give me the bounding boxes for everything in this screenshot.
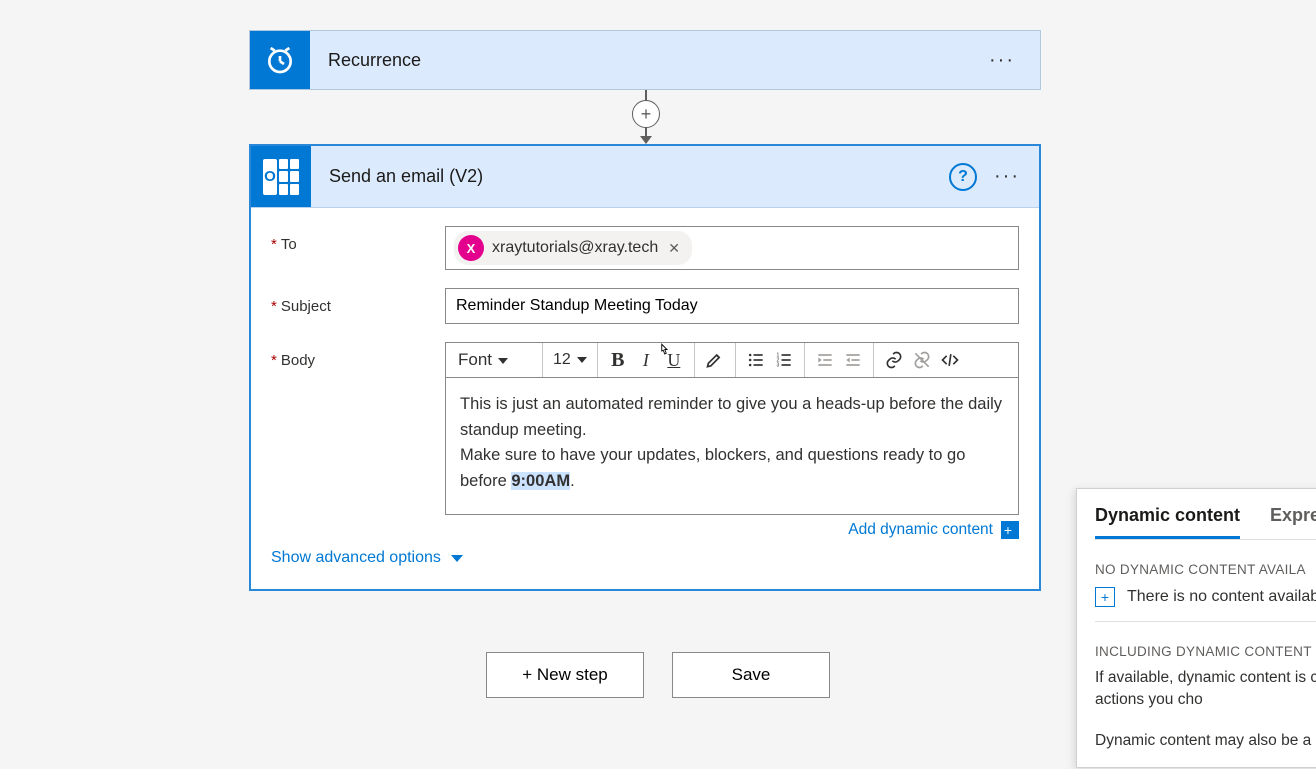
dyn-section-2-text: If available, dynamic content is connect… — [1095, 667, 1316, 710]
font-picker[interactable]: Font — [458, 350, 536, 370]
action-card-send-email[interactable]: O Send an email (V2) ? ··· *To — [249, 144, 1041, 591]
trigger-card-recurrence[interactable]: Recurrence ··· — [249, 30, 1041, 90]
bullet-list-button[interactable] — [742, 346, 770, 374]
trigger-menu-button[interactable]: ··· — [982, 49, 1022, 72]
subject-input[interactable] — [445, 288, 1019, 324]
bold-button[interactable]: B — [604, 346, 632, 374]
indent-button[interactable] — [839, 346, 867, 374]
outlook-icon: O — [251, 146, 311, 207]
recipient-email: xraytutorials@xray.tech — [492, 239, 658, 257]
avatar: X — [458, 235, 484, 261]
insert-step-button[interactable]: + — [632, 100, 660, 128]
remove-recipient-button[interactable]: ✕ — [666, 240, 682, 257]
dyn-section-3-text: Dynamic content may also be a — [1095, 730, 1316, 752]
help-button[interactable]: ? — [949, 163, 977, 191]
field-row-subject: *Subject — [271, 288, 1019, 324]
save-button[interactable]: Save — [672, 652, 830, 698]
body-label: *Body — [271, 342, 445, 369]
flow-canvas: Recurrence ··· + O Send an email (V2) ? … — [0, 0, 1316, 769]
add-dynamic-plus-icon[interactable]: + — [1001, 521, 1019, 539]
action-body: *To X xraytutorials@xray.tech ✕ *Subject — [251, 208, 1039, 589]
field-row-to: *To X xraytutorials@xray.tech ✕ — [271, 226, 1019, 270]
field-row-body: *Body Font 12 — [271, 342, 1019, 539]
code-view-button[interactable] — [936, 346, 964, 374]
new-step-button[interactable]: + New step — [486, 652, 644, 698]
body-paragraph-1: This is just an automated reminder to gi… — [460, 392, 1004, 443]
underline-button[interactable]: U — [660, 346, 688, 374]
tab-dynamic-content[interactable]: Dynamic content — [1095, 505, 1240, 539]
number-list-button[interactable]: 123 — [770, 346, 798, 374]
trigger-title: Recurrence — [328, 50, 421, 71]
action-header: O Send an email (V2) ? ··· — [251, 146, 1039, 208]
to-label: *To — [271, 226, 445, 253]
tab-expression[interactable]: Expres — [1270, 505, 1316, 539]
show-advanced-options-link[interactable]: Show advanced options — [271, 549, 463, 567]
outdent-button[interactable] — [811, 346, 839, 374]
add-dynamic-content-link[interactable]: Add dynamic content — [848, 521, 993, 539]
dyn-plus-icon: + — [1095, 587, 1115, 607]
dyn-section-2-title: INCLUDING DYNAMIC CONTENT — [1095, 644, 1316, 659]
dyn-row-no-content: + There is no content availab — [1095, 587, 1316, 607]
chevron-down-icon — [451, 555, 463, 562]
recipient-chip: X xraytutorials@xray.tech ✕ — [454, 231, 692, 265]
italic-button[interactable]: I — [632, 346, 660, 374]
action-title: Send an email (V2) — [329, 166, 483, 187]
highlight-time: 9:00AM — [511, 472, 570, 490]
to-input[interactable]: X xraytutorials@xray.tech ✕ — [445, 226, 1019, 270]
rte-toolbar: Font 12 B I U — [445, 342, 1019, 378]
svg-text:3: 3 — [776, 363, 779, 369]
highlight-button[interactable] — [701, 346, 729, 374]
clock-icon — [250, 31, 310, 89]
action-menu-button[interactable]: ··· — [987, 165, 1027, 188]
dynamic-content-panel: Dynamic content Expres NO DYNAMIC CONTEN… — [1076, 488, 1316, 768]
unlink-button[interactable] — [908, 346, 936, 374]
body-paragraph-2: Make sure to have your updates, blockers… — [460, 443, 1004, 494]
dyn-section-1-title: NO DYNAMIC CONTENT AVAILA — [1095, 562, 1316, 577]
subject-label: *Subject — [271, 288, 445, 315]
link-button[interactable] — [880, 346, 908, 374]
body-editor[interactable]: This is just an automated reminder to gi… — [445, 378, 1019, 515]
font-size-picker[interactable]: 12 — [549, 351, 591, 369]
